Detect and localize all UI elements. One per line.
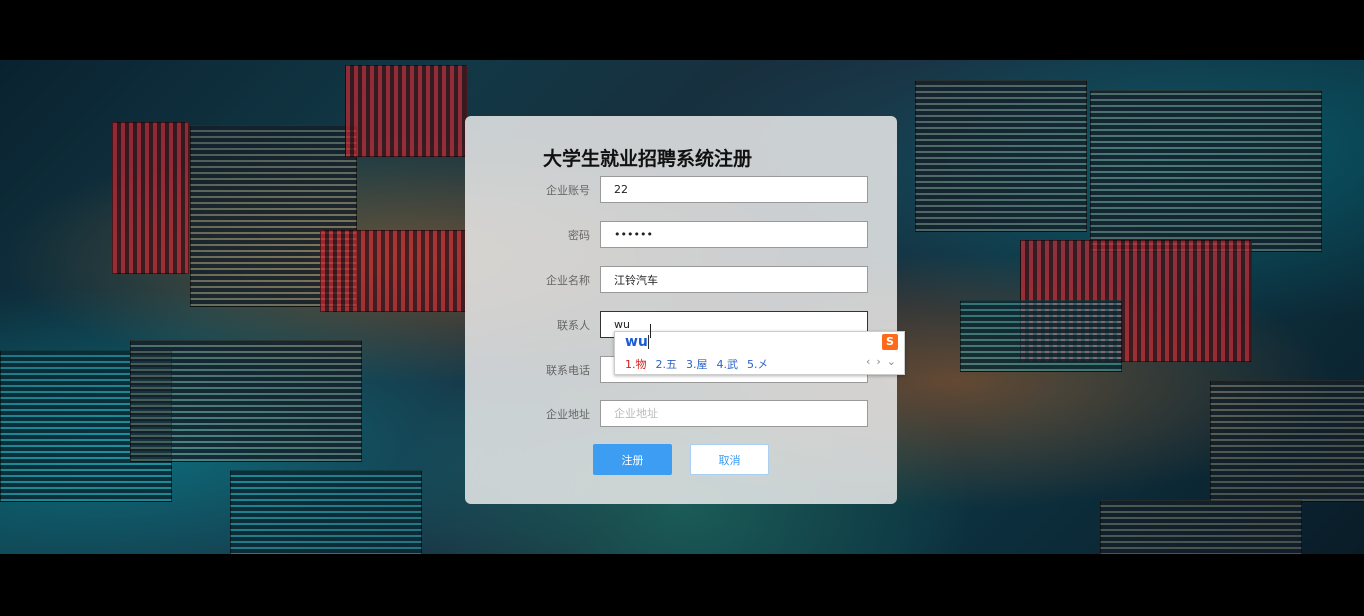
company-account-input[interactable]	[600, 176, 868, 203]
ime-nav: ‹ › ⌄	[866, 355, 896, 368]
bg-building	[130, 340, 362, 462]
ime-composition-text: wu	[625, 334, 648, 350]
bg-building	[320, 230, 467, 312]
ime-composition: wu	[625, 334, 649, 350]
letterbox-bottom	[0, 554, 1364, 616]
sogou-logo-icon: S	[882, 334, 898, 350]
ime-candidate[interactable]: 4.武	[717, 356, 739, 372]
company-address-input[interactable]	[600, 400, 868, 427]
bg-building	[1210, 380, 1364, 502]
register-button[interactable]: 注册	[593, 444, 672, 475]
ime-candidate[interactable]: 5.㐅	[747, 356, 769, 372]
bg-building	[112, 122, 189, 274]
ime-candidate[interactable]: 3.屋	[686, 356, 708, 372]
cancel-button[interactable]: 取消	[690, 444, 769, 475]
ime-caret	[647, 335, 649, 349]
bg-building	[915, 80, 1087, 232]
register-panel	[465, 116, 897, 504]
chevron-left-icon[interactable]: ‹	[866, 355, 870, 368]
chevron-down-icon[interactable]: ⌄	[887, 355, 896, 368]
bg-building	[230, 470, 422, 554]
bg-building	[1100, 500, 1302, 554]
company-name-input[interactable]	[600, 266, 868, 293]
ime-candidate[interactable]: 1.物	[625, 356, 647, 372]
bg-building	[960, 300, 1122, 372]
label-contact-phone: 联系电话	[546, 364, 590, 377]
label-company-address: 企业地址	[546, 408, 590, 421]
ime-candidate-popup: wu S 1.物 2.五 3.屋 4.武 5.㐅 ‹ › ⌄	[614, 331, 905, 375]
letterbox-top	[0, 0, 1364, 60]
bg-building	[345, 65, 467, 157]
bg-building	[1090, 90, 1322, 252]
page-title: 大学生就业招聘系统注册	[543, 148, 753, 170]
label-contact-person: 联系人	[557, 319, 590, 332]
label-password: 密码	[568, 229, 590, 242]
text-cursor-icon	[650, 324, 653, 338]
label-company-name: 企业名称	[546, 274, 590, 287]
ime-candidate-list: 1.物 2.五 3.屋 4.武 5.㐅	[625, 356, 769, 372]
ime-candidate[interactable]: 2.五	[656, 356, 678, 372]
label-company-account: 企业账号	[546, 184, 590, 197]
chevron-right-icon[interactable]: ›	[876, 355, 880, 368]
password-input[interactable]	[600, 221, 868, 248]
